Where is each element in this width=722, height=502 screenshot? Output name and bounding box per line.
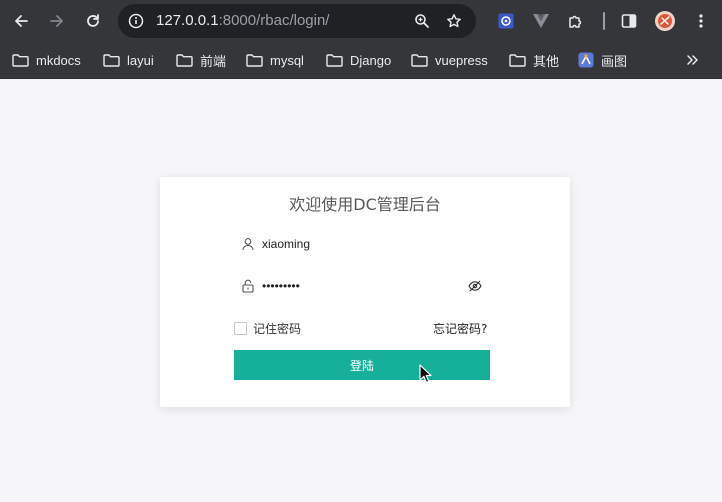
folder-icon <box>176 53 193 67</box>
address-bar[interactable]: 127.0.0.1:8000/rbac/login/ <box>118 4 476 38</box>
show-password-icon[interactable] <box>468 280 482 292</box>
remember-label: 记住密码 <box>253 321 302 336</box>
bookmark-label: 画图 <box>601 53 628 69</box>
mouse-cursor-icon <box>419 364 432 383</box>
bookmark-mkdocs[interactable]: mkdocs <box>12 51 81 69</box>
vpn-extension-icon[interactable] <box>495 10 517 32</box>
bookmarks-bar: mkdocs layui 前端 mysql Django vuepress 其他… <box>0 42 722 79</box>
drawio-icon <box>578 52 594 68</box>
browser-toolbar: 127.0.0.1:8000/rbac/login/ <box>0 0 722 42</box>
zoom-icon[interactable] <box>414 13 430 29</box>
folder-icon <box>12 53 29 67</box>
site-info-icon[interactable] <box>128 13 144 29</box>
bookmark-drawing[interactable]: 画图 <box>578 51 627 69</box>
page-body: 欢迎使用DC管理后台 xiaoming ••••••••• 记住密码 忘记密码?… <box>0 79 722 502</box>
folder-icon <box>103 53 120 67</box>
bookmark-label: Django <box>350 52 392 68</box>
reload-icon[interactable] <box>80 8 106 34</box>
profile-avatar[interactable] <box>654 10 676 32</box>
bookmark-django[interactable]: Django <box>326 51 391 69</box>
bookmark-star-icon[interactable] <box>446 13 462 29</box>
login-button[interactable]: 登陆 <box>234 350 490 380</box>
bookmark-vuepress[interactable]: vuepress <box>411 51 488 69</box>
bookmark-label: vuepress <box>435 52 488 68</box>
folder-icon <box>246 53 263 67</box>
password-field[interactable]: ••••••••• <box>234 271 490 303</box>
bookmark-label: 前端 <box>200 53 227 69</box>
forgot-password-link[interactable]: 忘记密码? <box>433 320 487 337</box>
toolbar-separator <box>603 12 605 30</box>
password-value: ••••••••• <box>262 279 300 293</box>
url-path: :8000/rbac/login/ <box>218 12 330 29</box>
folder-icon <box>509 53 526 67</box>
bookmark-frontend[interactable]: 前端 <box>176 51 226 69</box>
login-title: 欢迎使用DC管理后台 <box>289 195 441 214</box>
bookmark-layui[interactable]: layui <box>103 51 154 69</box>
more-bookmarks-icon[interactable] <box>686 51 698 69</box>
url-text[interactable]: 127.0.0.1:8000/rbac/login/ <box>156 12 329 29</box>
url-host: 127.0.0.1 <box>156 12 219 29</box>
username-value: xiaoming <box>262 237 311 251</box>
folder-icon <box>411 53 428 67</box>
lock-icon <box>242 279 254 293</box>
folder-icon <box>326 53 343 67</box>
bookmark-label: layui <box>127 52 154 68</box>
bookmark-label: 其他 <box>533 53 560 69</box>
username-field[interactable]: xiaoming <box>234 229 490 261</box>
vue-devtools-icon[interactable] <box>530 10 552 32</box>
remember-checkbox[interactable] <box>234 321 247 335</box>
user-icon <box>242 238 254 251</box>
back-icon[interactable] <box>8 8 34 34</box>
forward-icon[interactable] <box>44 8 70 34</box>
sidebar-toggle-icon[interactable] <box>618 10 640 32</box>
login-card: 欢迎使用DC管理后台 xiaoming ••••••••• 记住密码 忘记密码?… <box>160 177 570 407</box>
more-menu-icon[interactable] <box>690 10 712 32</box>
bookmark-label: mysql <box>270 52 304 68</box>
puzzle-extensions-icon[interactable] <box>565 10 587 32</box>
bookmark-other[interactable]: 其他 <box>509 51 559 69</box>
remember-password[interactable]: 记住密码 <box>234 319 301 337</box>
bookmark-mysql[interactable]: mysql <box>246 51 304 69</box>
bookmark-label: mkdocs <box>36 52 81 68</box>
